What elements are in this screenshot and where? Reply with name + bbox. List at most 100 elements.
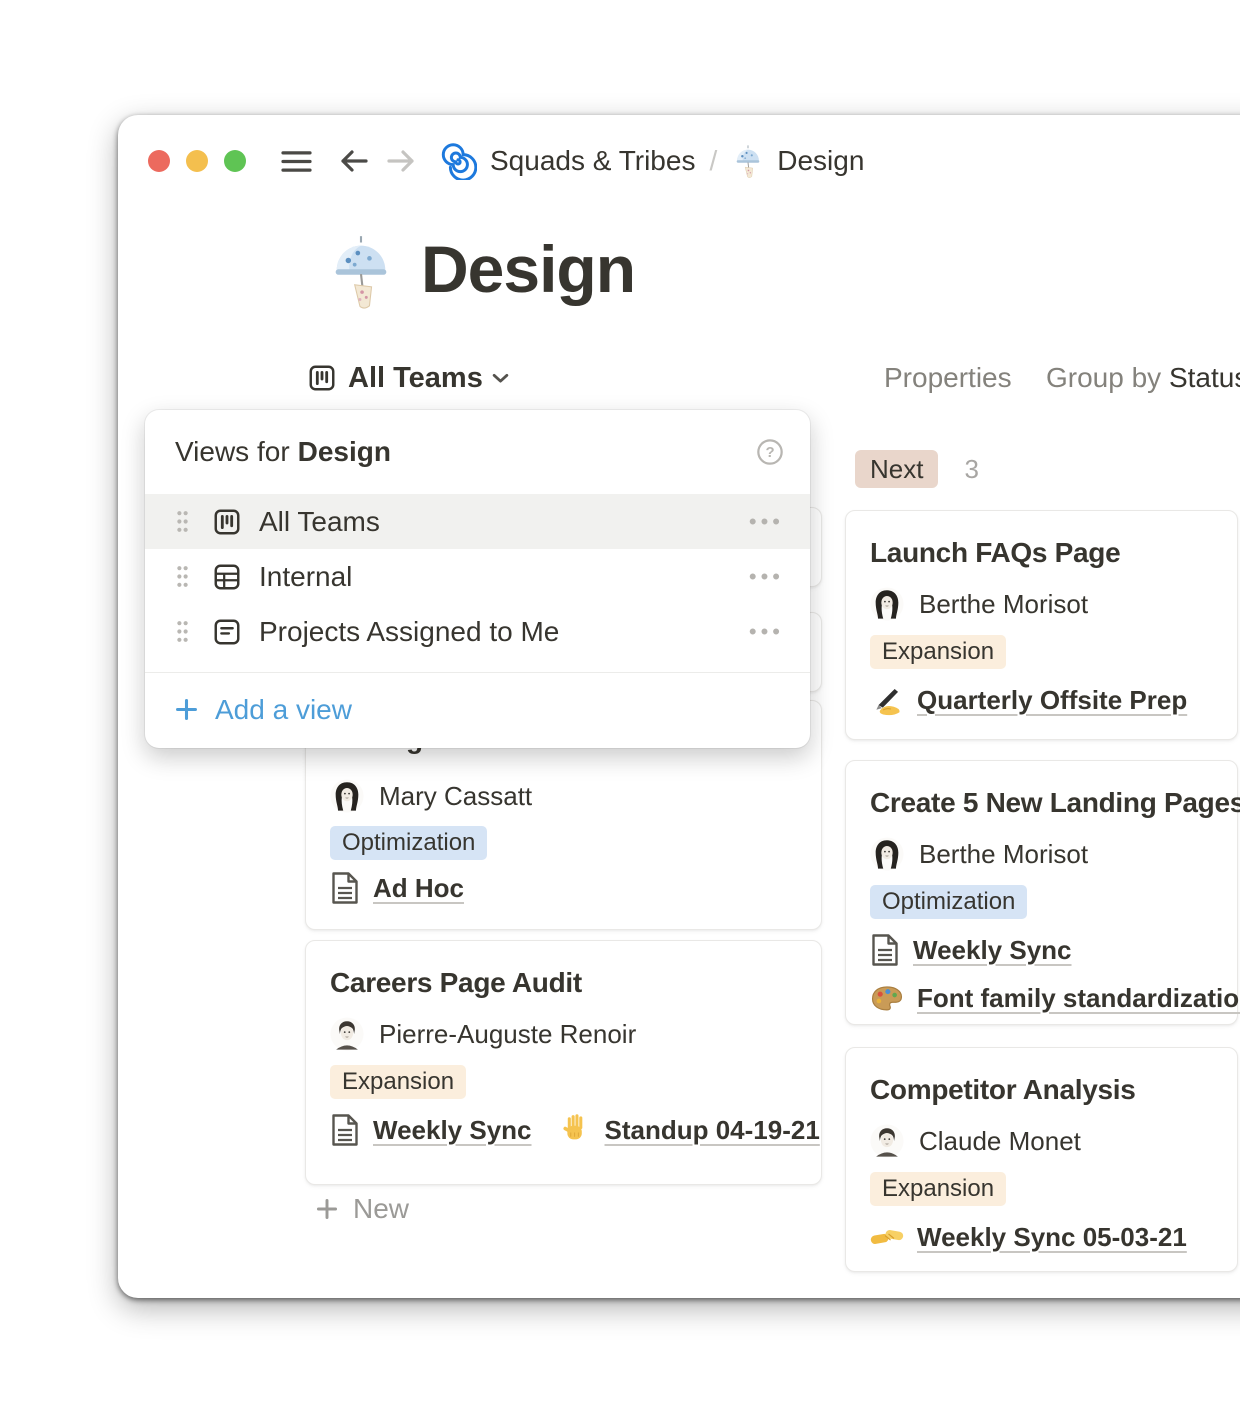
related-links-row: Weekly Sync Standup 04-19-21 bbox=[330, 1113, 797, 1147]
assignee-name: Berthe Morisot bbox=[919, 589, 1088, 620]
assignee-row: Berthe Morisot bbox=[870, 587, 1213, 621]
tag-badge: Expansion bbox=[870, 635, 1006, 669]
page-link[interactable]: Font family standardization bbox=[917, 983, 1240, 1014]
page-link[interactable]: Standup 04-19-21 bbox=[605, 1115, 820, 1146]
view-item-label: Internal bbox=[259, 561, 749, 593]
drag-handle-icon[interactable] bbox=[175, 509, 190, 534]
minimize-button[interactable] bbox=[186, 150, 208, 172]
view-item-menu-button[interactable]: ••• bbox=[749, 564, 784, 590]
view-item-label: Projects Assigned to Me bbox=[259, 616, 749, 648]
add-view-label: Add a view bbox=[215, 694, 352, 726]
group-by-button[interactable]: Group by Status bbox=[1046, 358, 1240, 398]
related-links-row: Weekly Sync bbox=[870, 933, 1213, 967]
drag-handle-icon[interactable] bbox=[175, 564, 190, 589]
board-view-icon bbox=[212, 507, 242, 537]
tag-row: Expansion bbox=[870, 1172, 1213, 1206]
page-link[interactable]: Weekly Sync bbox=[913, 935, 1072, 966]
project-card[interactable]: Careers Page Audit Pierre-Auguste Renoir… bbox=[305, 940, 822, 1185]
page-link[interactable]: Weekly Sync 05-03-21 bbox=[917, 1222, 1187, 1253]
views-popup: Views for Design All Teams ••• Internal … bbox=[145, 410, 810, 748]
close-button[interactable] bbox=[148, 150, 170, 172]
properties-button[interactable]: Properties bbox=[884, 358, 1012, 398]
chevron-down-icon bbox=[492, 373, 509, 384]
spiral-logo-icon bbox=[439, 142, 477, 180]
avatar bbox=[870, 837, 904, 871]
views-popup-title-prefix: Views for bbox=[175, 436, 290, 468]
assignee-name: Pierre-Auguste Renoir bbox=[379, 1019, 636, 1050]
page-link[interactable]: Ad Hoc bbox=[373, 873, 464, 904]
breadcrumb-page[interactable]: Design bbox=[777, 145, 864, 177]
tag-badge: Expansion bbox=[870, 1172, 1006, 1206]
workspace-logo[interactable] bbox=[439, 142, 477, 180]
view-item-all-teams[interactable]: All Teams ••• bbox=[145, 494, 810, 549]
assignee-name: Mary Cassatt bbox=[379, 781, 532, 812]
add-view-button[interactable]: Add a view bbox=[145, 673, 810, 746]
palette-emoji bbox=[870, 981, 904, 1015]
plus-icon bbox=[316, 1198, 338, 1220]
avatar bbox=[330, 779, 364, 813]
group-by-label: Group by bbox=[1046, 362, 1161, 393]
raised-hand-emoji bbox=[558, 1113, 592, 1147]
board-view-icon bbox=[307, 363, 337, 393]
assignee-row: Mary Cassatt bbox=[330, 779, 532, 813]
views-popup-header: Views for Design bbox=[145, 410, 810, 494]
hamburger-icon bbox=[280, 149, 313, 174]
avatar bbox=[870, 1124, 904, 1158]
page-link[interactable]: Weekly Sync bbox=[373, 1115, 532, 1146]
view-selector[interactable]: All Teams bbox=[301, 358, 515, 398]
page-icon wind-chime-emoji[interactable] bbox=[323, 233, 399, 309]
arrow-left-icon bbox=[337, 144, 371, 178]
assignee-row: Berthe Morisot bbox=[870, 837, 1213, 871]
new-card-label: New bbox=[353, 1193, 409, 1225]
avatar bbox=[870, 587, 904, 621]
back-button[interactable] bbox=[337, 144, 371, 178]
tag-badge: Optimization bbox=[330, 826, 487, 860]
view-selector-label: All Teams bbox=[348, 362, 483, 395]
views-popup-title-page: Design bbox=[298, 436, 391, 468]
project-card[interactable]: Competitor Analysis Claude Monet Expansi… bbox=[845, 1047, 1238, 1272]
forward-button[interactable] bbox=[384, 144, 418, 178]
page-header: Design bbox=[323, 227, 635, 311]
project-card[interactable]: Create 5 New Landing Pages Berthe Moriso… bbox=[845, 760, 1238, 1025]
related-links-row: Font family standardization bbox=[870, 981, 1213, 1015]
document-icon bbox=[870, 933, 900, 967]
tag-badge: Optimization bbox=[870, 885, 1027, 919]
arrow-right-icon bbox=[384, 144, 418, 178]
column-count: 3 bbox=[964, 454, 978, 485]
new-card-button[interactable]: New bbox=[316, 1193, 409, 1225]
help-icon[interactable] bbox=[756, 438, 784, 466]
drag-handle-icon[interactable] bbox=[175, 619, 190, 644]
view-item-projects-assigned-to-me[interactable]: Projects Assigned to Me ••• bbox=[145, 604, 810, 659]
card-title: Create 5 New Landing Pages bbox=[870, 785, 1213, 821]
writing-hand-emoji bbox=[870, 683, 904, 717]
app-window: Squads & Tribes / Design Design All Team… bbox=[118, 115, 1240, 1298]
list-view-icon bbox=[212, 617, 242, 647]
tag-row: Optimization bbox=[330, 826, 487, 860]
plus-icon bbox=[175, 698, 198, 721]
avatar bbox=[330, 1017, 364, 1051]
card-title: Careers Page Audit bbox=[330, 965, 797, 1001]
screenshot-canvas: { "topbar": { "workspace": "Squads & Tri… bbox=[0, 0, 1240, 1414]
card-title: Competitor Analysis bbox=[870, 1072, 1213, 1108]
view-item-menu-button[interactable]: ••• bbox=[749, 509, 784, 535]
breadcrumb-workspace[interactable]: Squads & Tribes bbox=[490, 145, 695, 177]
assignee-row: Claude Monet bbox=[870, 1124, 1213, 1158]
page-link[interactable]: Quarterly Offsite Prep bbox=[917, 685, 1187, 716]
zoom-button[interactable] bbox=[224, 150, 246, 172]
card-title: Launch FAQs Page bbox=[870, 535, 1213, 571]
sidebar-menu-button[interactable] bbox=[280, 149, 313, 174]
assignee-name: Berthe Morisot bbox=[919, 839, 1088, 870]
wind-chime-emoji bbox=[731, 144, 765, 178]
tag-row: Expansion bbox=[870, 635, 1213, 669]
project-card[interactable]: Launch FAQs Page Berthe Morisot Expansio… bbox=[845, 510, 1238, 740]
related-links-row: Quarterly Offsite Prep bbox=[870, 683, 1213, 717]
group-by-value: Status bbox=[1169, 362, 1240, 393]
page-title[interactable]: Design bbox=[421, 227, 635, 311]
status-badge[interactable]: Next bbox=[855, 450, 938, 488]
table-view-icon bbox=[212, 562, 242, 592]
assignee-row: Pierre-Auguste Renoir bbox=[330, 1017, 797, 1051]
view-item-menu-button[interactable]: ••• bbox=[749, 619, 784, 645]
view-item-internal[interactable]: Internal ••• bbox=[145, 549, 810, 604]
related-links-row: Weekly Sync 05-03-21 bbox=[870, 1220, 1213, 1254]
tag-row: Expansion bbox=[330, 1065, 797, 1099]
